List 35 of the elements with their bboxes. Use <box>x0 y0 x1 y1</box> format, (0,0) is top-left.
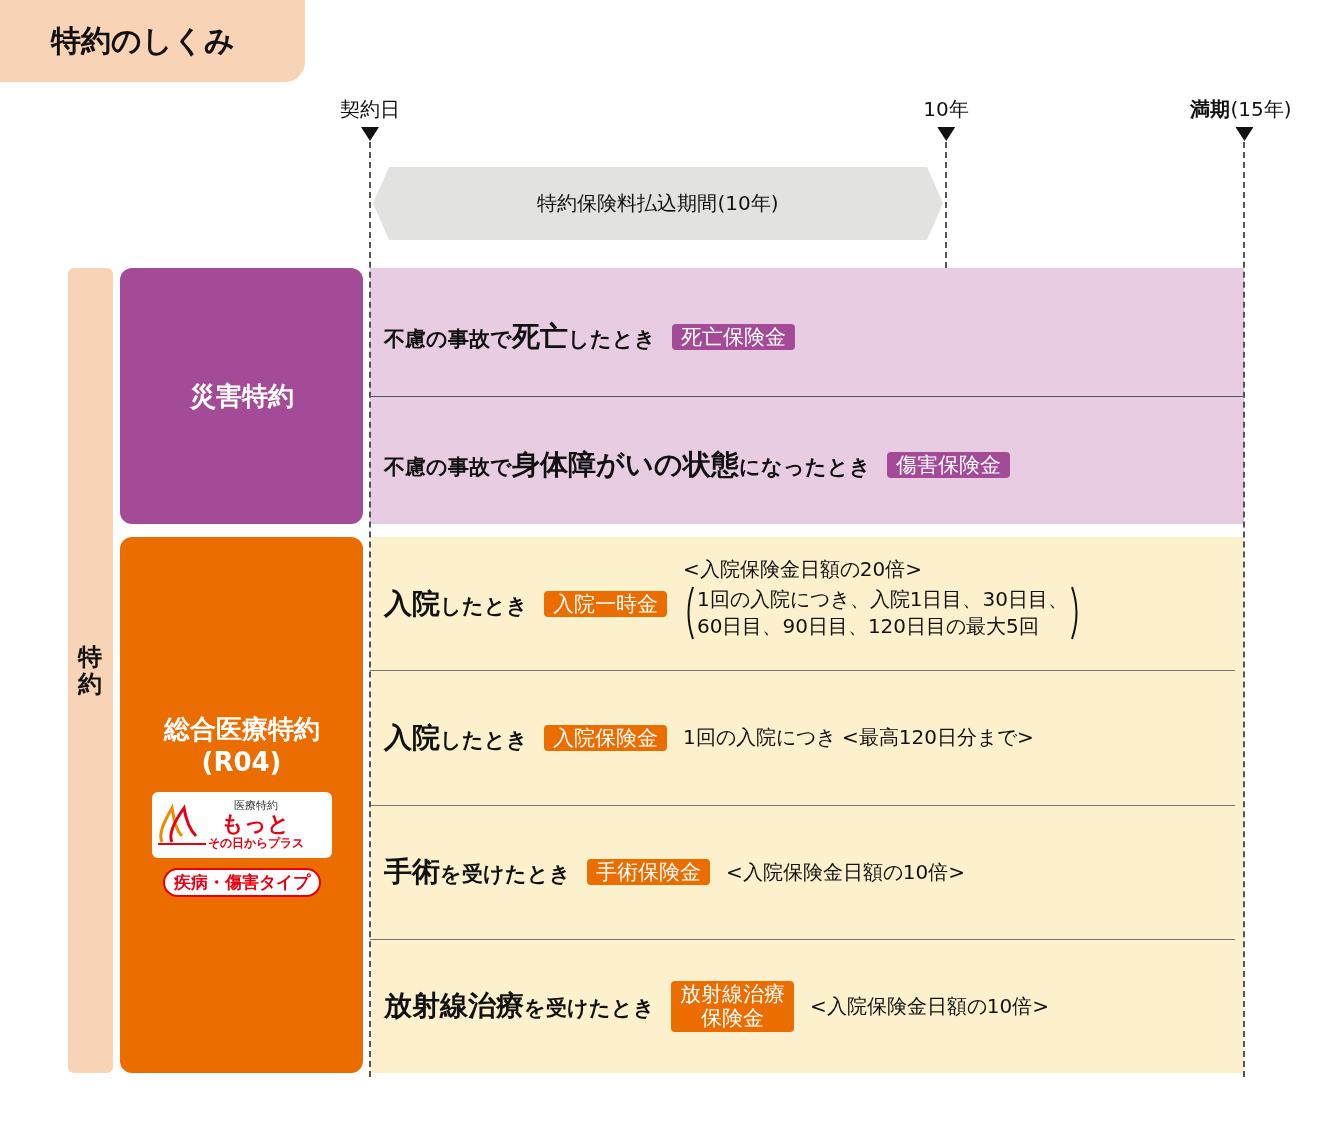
triangle-marker-icon <box>361 127 379 141</box>
benefit-tag: 入院保険金 <box>544 724 667 751</box>
timeline-label: 10年 <box>923 96 969 123</box>
benefit-tag: 傷害保険金 <box>887 452 1010 479</box>
timeline-label: 契約日 <box>340 96 400 123</box>
benefit-tag: 手術保険金 <box>587 859 710 886</box>
type-badge: 疾病・傷害タイプ <box>162 868 321 897</box>
logo-tagline: その日からプラス <box>207 835 304 852</box>
condition-text: 放射線治療を受けたとき <box>384 988 655 1025</box>
side-label: 特約 <box>68 268 113 1073</box>
timeline-label: 満期(15年) <box>1190 96 1292 123</box>
wave-logo-icon <box>155 804 208 846</box>
payment-period-band: 特約保険料払込期間(10年) <box>373 167 943 240</box>
note-text: <入院保険金日額の10倍> <box>810 992 1049 1020</box>
condition-text: 不慮の事故で身体障がいの状態になったとき <box>384 447 871 484</box>
triangle-marker-icon <box>937 127 955 141</box>
logo-name: もっと <box>221 813 290 835</box>
condition-text: 不慮の事故で死亡したとき <box>384 318 656 355</box>
condition-text: 入院したとき <box>384 585 528 622</box>
note-text: 1回の入院につき、入院1日目、30日目、 <box>697 586 1068 614</box>
rider-name: 総合医療特約 <box>163 713 320 746</box>
note-text: <入院保険金日額の20倍> <box>683 556 923 584</box>
benefit-tag: 放射線治療 保険金 <box>671 981 794 1032</box>
triangle-marker-icon <box>1235 127 1253 141</box>
note-text: 1回の入院につき <最高120日分まで> <box>683 724 1034 752</box>
note-text: 60日目、90日目、120日目の最大5回 <box>697 613 1040 641</box>
page-title: 特約のしくみ <box>0 0 305 82</box>
rider-name: 災害特約 <box>189 379 294 413</box>
condition-text: 入院したとき <box>384 719 528 756</box>
note-text: <入院保険金日額の10倍> <box>726 858 965 886</box>
logo-caption: 医療特約 <box>233 798 278 813</box>
benefit-tag: 死亡保険金 <box>672 323 795 350</box>
benefit-tag: 入院一時金 <box>544 590 667 617</box>
condition-text: 手術を受けたとき <box>384 854 571 891</box>
rider-name: (R04) <box>201 745 282 778</box>
